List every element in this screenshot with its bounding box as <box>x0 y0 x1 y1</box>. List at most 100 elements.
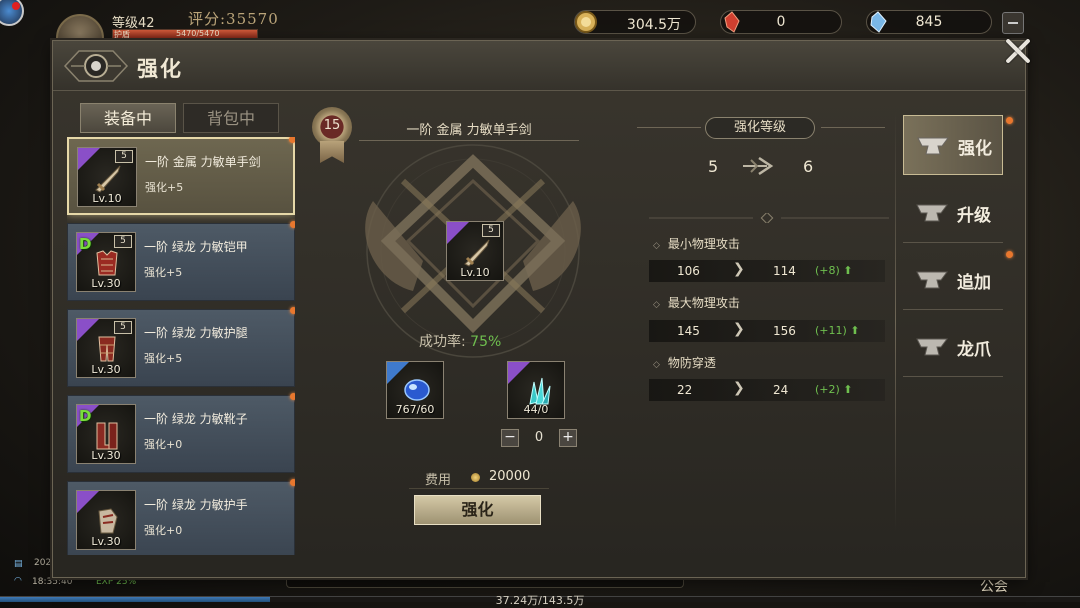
stat-to: 114 <box>773 264 796 278</box>
list-item[interactable]: D 5 Lv.30 一阶 绿龙 力敏铠甲 强化+5 <box>67 221 295 301</box>
side-divider <box>895 111 896 531</box>
side-tab-append[interactable]: 追加 <box>903 250 1003 310</box>
sword-icon <box>464 239 490 267</box>
item-level: Lv.30 <box>91 535 121 548</box>
gauntlet-icon <box>98 508 118 534</box>
material-count: 767/60 <box>395 403 435 416</box>
item-enhance-level: 强化+5 <box>144 352 183 365</box>
item-icon: 5 Lv.30 <box>76 318 136 378</box>
decrease-button[interactable]: − <box>501 429 519 447</box>
stat-name: 物防穿透 <box>653 354 716 371</box>
armor-icon <box>96 250 118 276</box>
blue-gem-value: 845 <box>915 14 943 30</box>
enhance-button[interactable]: 强化 <box>414 495 541 525</box>
item-icon: D Lv.30 <box>76 404 136 464</box>
sword-icon <box>95 165 121 193</box>
total-hp-label: 37.24万/143.5万 <box>495 594 585 607</box>
chevron-right-icon: ❯ <box>733 380 745 396</box>
gold-coin-icon <box>575 11 597 33</box>
increase-button[interactable]: + <box>559 429 577 447</box>
side-tab-label: 强化 <box>958 139 992 159</box>
list-item[interactable]: D Lv.30 一阶 绿龙 力敏靴子 强化+0 <box>67 393 295 473</box>
side-tab-label: 升级 <box>957 206 991 226</box>
shield-value: 5470/5470 <box>176 29 220 38</box>
enhance-level-title: 强化等级 <box>705 117 815 139</box>
chevron-right-icon: ❯ <box>733 261 745 277</box>
medal-level: 15 <box>323 118 341 133</box>
notification-dot <box>1006 251 1013 258</box>
date-label: 202 <box>34 558 52 568</box>
side-tab-enhance[interactable]: 强化 <box>903 115 1003 175</box>
tab-equipped[interactable]: 装备中 <box>80 103 176 133</box>
quantity-stepper: − 0 + <box>501 429 581 449</box>
anvil-icon <box>916 338 948 356</box>
coin-icon <box>471 473 480 482</box>
item-level: Lv.30 <box>91 363 121 376</box>
list-item[interactable]: 5 Lv.10 一阶 金属 力敏单手剑 强化+5 <box>67 137 295 215</box>
side-tab-upgrade[interactable]: 升级 <box>903 183 1003 243</box>
minimize-icon[interactable] <box>1002 12 1024 34</box>
stat-from: 145 <box>677 324 700 338</box>
notification-dot <box>290 307 295 314</box>
list-item[interactable]: Lv.30 一阶 绿龙 力敏护手 强化+0 <box>67 479 295 555</box>
cost-value: 20000 <box>489 469 531 484</box>
stat-row: 145 ❯ 156 (+11) ⬆ <box>649 320 885 342</box>
gold-currency[interactable]: 304.5万 <box>574 10 696 34</box>
side-tab-label: 追加 <box>957 273 991 293</box>
stat-from: 106 <box>677 264 700 278</box>
target-item-icon[interactable]: 5 Lv.10 <box>446 221 504 281</box>
success-value: 75% <box>470 334 502 350</box>
stat-name: 最大物理攻击 <box>653 294 740 311</box>
panel-header: 强化 <box>53 41 1025 91</box>
chevron-right-icon: ❯ <box>733 321 745 337</box>
panel-title: 强化 <box>137 57 183 81</box>
stat-delta: (+2) ⬆ <box>815 383 853 396</box>
item-level: Lv.30 <box>91 277 121 290</box>
equipment-list[interactable]: 5 Lv.10 一阶 金属 力敏单手剑 强化+5 D 5 Lv.30 一阶 绿龙… <box>67 137 295 555</box>
item-level: Lv.10 <box>92 192 122 205</box>
side-tab-dragon-claw[interactable]: 龙爪 <box>903 317 1003 377</box>
cost-label: 费用 <box>425 473 452 488</box>
material-slot-2[interactable]: 44/0 <box>507 361 565 419</box>
weapon-title-bar: 一阶 金属 力敏单手剑 <box>359 119 579 141</box>
stat-from: 22 <box>677 383 693 397</box>
red-gem-value: 0 <box>776 14 786 30</box>
leg-armor-icon <box>98 336 116 362</box>
list-item[interactable]: 5 Lv.30 一阶 绿龙 力敏护腿 强化+5 <box>67 307 295 387</box>
material-count: 44/0 <box>523 403 549 416</box>
item-enhance-level: 强化+0 <box>144 438 183 451</box>
level-to: 6 <box>803 157 814 176</box>
blue-gem-currency[interactable]: 845 <box>866 10 992 34</box>
stat-row: 22 ❯ 24 (+2) ⬆ <box>649 379 885 401</box>
item-name: 一阶 绿龙 力敏靴子 <box>144 412 248 426</box>
success-label: 成功率: <box>419 334 466 350</box>
item-icon: 5 Lv.10 <box>77 147 137 207</box>
clock-label: 18:35:40 <box>32 577 73 587</box>
quantity-value: 0 <box>534 430 544 445</box>
close-icon[interactable] <box>1000 33 1036 69</box>
item-level: Lv.10 <box>460 266 490 279</box>
material-slot-1[interactable]: 767/60 <box>386 361 444 419</box>
stat-name: 最小物理攻击 <box>653 235 740 252</box>
shield-label: 护盾 <box>114 30 130 39</box>
item-icon: D 5 Lv.30 <box>76 232 136 292</box>
weapon-title: 一阶 金属 力敏单手剑 <box>406 123 532 138</box>
notification-dot <box>1006 117 1013 124</box>
enhance-panel: 强化 装备中 背包中 5 Lv.10 一阶 金属 力敏单手剑 强化+5 D 5 <box>52 40 1026 578</box>
stat-delta: (+8) ⬆ <box>815 264 853 277</box>
boots-icon <box>96 422 118 450</box>
tab-inventory[interactable]: 背包中 <box>183 103 279 133</box>
red-gem-currency[interactable]: 0 <box>720 10 842 34</box>
stat-to: 24 <box>773 383 789 397</box>
level-from: 5 <box>708 157 719 176</box>
notification-dot <box>289 137 295 143</box>
anvil-icon <box>916 271 948 289</box>
success-rate: 成功率: 75% <box>419 331 501 351</box>
cost-row: 费用 20000 <box>409 465 549 489</box>
stat-to: 156 <box>773 324 796 338</box>
item-level: Lv.30 <box>91 449 121 462</box>
anvil-icon <box>916 204 948 222</box>
wifi-icon: ◠ <box>14 576 22 586</box>
notification-dot <box>290 393 295 400</box>
panel-emblem-icon <box>63 50 129 82</box>
